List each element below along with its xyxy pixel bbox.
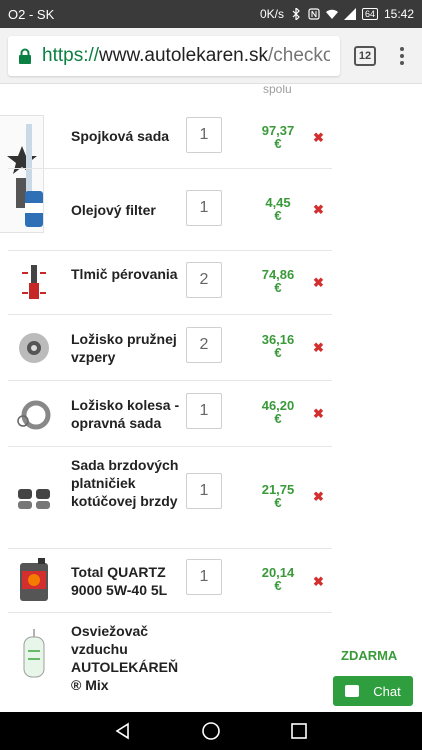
free-item-row: Osviežovač vzduchu AUTOLEKÁREŇ ® Mix bbox=[8, 613, 332, 701]
overflow-menu-button[interactable] bbox=[390, 46, 414, 65]
nfc-icon bbox=[308, 8, 320, 20]
item-price: 46,20 € bbox=[254, 399, 302, 425]
signal-icon bbox=[343, 8, 356, 20]
price-currency: € bbox=[274, 411, 282, 426]
quantity-input[interactable]: 1 bbox=[186, 190, 222, 226]
url-path: /checko bbox=[268, 44, 330, 66]
quantity-input[interactable]: 1 bbox=[186, 393, 222, 429]
remove-item-button[interactable]: ✖ bbox=[313, 489, 324, 505]
remove-item-button[interactable]: ✖ bbox=[313, 275, 324, 291]
item-name[interactable]: Osviežovač vzduchu AUTOLEKÁREŇ ® Mix bbox=[71, 622, 191, 694]
item-name[interactable]: Total QUARTZ 9000 5W-40 5L bbox=[71, 563, 181, 599]
price-currency: € bbox=[274, 136, 282, 151]
bluetooth-icon bbox=[292, 8, 300, 20]
item-name[interactable]: Tlmič pérovania bbox=[71, 265, 181, 283]
price-currency: € bbox=[274, 495, 282, 510]
cart-item-row: Total QUARTZ 9000 5W-40 5L 1 20,14 € ✖ bbox=[8, 549, 332, 613]
chat-button[interactable]: Chat bbox=[333, 676, 413, 706]
quantity-input[interactable]: 1 bbox=[186, 473, 222, 509]
item-name[interactable]: Ložisko kolesa - opravná sada bbox=[71, 396, 181, 432]
item-name[interactable]: Olejový filter bbox=[71, 201, 181, 219]
item-price: 97,37 € bbox=[254, 124, 302, 150]
url-host: www.autolekaren.sk bbox=[99, 44, 268, 66]
carrier-label: O2 - SK bbox=[8, 6, 55, 22]
shock-absorber-icon bbox=[14, 263, 54, 303]
item-price: 20,14 € bbox=[254, 566, 302, 592]
price-currency: € bbox=[274, 208, 282, 223]
air-freshener-icon bbox=[14, 627, 54, 683]
engine-oil-icon bbox=[14, 557, 54, 603]
url-text: https://www.autolekaren.sk/checko bbox=[42, 45, 330, 67]
cart-item-row: Ložisko kolesa - opravná sada 1 46,20 € ✖ bbox=[8, 381, 332, 447]
item-name[interactable]: Sada brzdových platničiek kotúčovej brzd… bbox=[71, 456, 181, 510]
browser-toolbar: https://www.autolekaren.sk/checko 12 bbox=[0, 28, 422, 84]
cart-page: spolu Spojková sada 1 97,37 € ✖ Olejový f… bbox=[0, 85, 422, 712]
chat-bubble-icon bbox=[345, 685, 360, 697]
remove-item-button[interactable]: ✖ bbox=[313, 574, 324, 590]
oil-filter-icon bbox=[14, 189, 54, 229]
wheel-bearing-icon bbox=[14, 395, 54, 435]
price-currency: € bbox=[274, 578, 282, 593]
price-currency: € bbox=[274, 345, 282, 360]
free-item-price: ZDARMA bbox=[341, 648, 398, 663]
clock: 15:42 bbox=[383, 7, 414, 21]
cart-item-row: Ložisko pružnej vzpery 2 36,16 € ✖ bbox=[8, 315, 332, 381]
tab-switcher-button[interactable]: 12 bbox=[354, 45, 376, 66]
quantity-input[interactable]: 1 bbox=[186, 559, 222, 595]
cart-item-row: Tlmič pérovania 2 74,86 € ✖ bbox=[8, 251, 332, 315]
quantity-input[interactable]: 2 bbox=[186, 262, 222, 298]
item-price: 36,16 € bbox=[254, 333, 302, 359]
home-icon[interactable] bbox=[201, 721, 221, 741]
item-price: 74,86 € bbox=[254, 268, 302, 294]
item-name[interactable]: Ložisko pružnej vzpery bbox=[71, 330, 181, 366]
recents-icon[interactable] bbox=[290, 722, 308, 740]
remove-item-button[interactable]: ✖ bbox=[313, 340, 324, 356]
item-price: 4,45 € bbox=[254, 196, 302, 222]
address-bar[interactable]: https://www.autolekaren.sk/checko bbox=[8, 35, 340, 76]
item-name[interactable]: Spojková sada bbox=[71, 127, 181, 145]
net-speed: 0K/s bbox=[259, 7, 284, 21]
item-price: 21,75 € bbox=[254, 483, 302, 509]
brake-pads-icon bbox=[14, 477, 54, 517]
lock-icon bbox=[19, 48, 31, 64]
remove-item-button[interactable]: ✖ bbox=[313, 406, 324, 422]
wifi-icon bbox=[325, 9, 338, 19]
status-bar: O2 - SK 0K/s 64 15:42 bbox=[0, 0, 422, 28]
url-scheme: https:// bbox=[42, 44, 100, 66]
system-navigation-bar bbox=[0, 712, 422, 750]
cart-item-row: Olejový filter 1 4,45 € ✖ bbox=[8, 169, 332, 251]
remove-item-button[interactable]: ✖ bbox=[313, 130, 324, 146]
remove-item-button[interactable]: ✖ bbox=[313, 202, 324, 218]
quantity-input[interactable]: 2 bbox=[186, 327, 222, 363]
price-currency: € bbox=[274, 280, 282, 295]
battery-indicator: 64 bbox=[361, 8, 378, 20]
cart-item-row: Spojková sada 1 97,37 € ✖ bbox=[8, 105, 332, 169]
quantity-input[interactable]: 1 bbox=[186, 117, 222, 153]
total-column-header: spolu bbox=[263, 85, 292, 96]
cart-item-row: Sada brzdových platničiek kotúčovej brzd… bbox=[8, 447, 332, 549]
strut-bearing-icon bbox=[14, 328, 54, 368]
back-icon[interactable] bbox=[114, 722, 132, 740]
chat-button-label: Chat bbox=[373, 683, 401, 699]
